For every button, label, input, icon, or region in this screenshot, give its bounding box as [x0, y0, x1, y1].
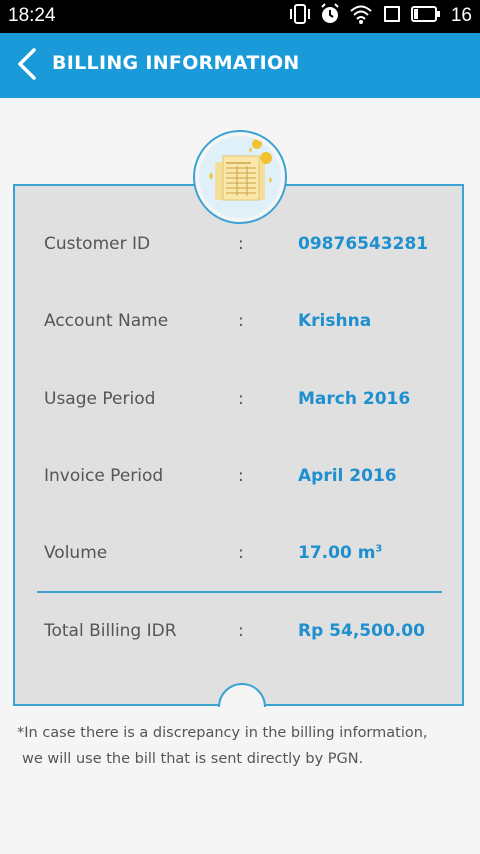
back-arrow-icon [18, 48, 36, 80]
volume-label: Volume [44, 543, 108, 563]
separator: : [238, 466, 244, 486]
account-name-row: Account Name : Krishna [44, 311, 454, 341]
battery-icon [410, 3, 441, 30]
usage-period-row: Usage Period : March 2016 [44, 389, 454, 419]
volume-unit-superscript: 3 [375, 543, 383, 555]
invoice-period-value: April 2016 [298, 466, 397, 486]
separator: : [238, 621, 244, 641]
customer-id-value: 09876543281 [298, 234, 429, 254]
page-title: BILLING INFORMATION [52, 52, 300, 74]
invoice-icon [209, 139, 272, 201]
invoice-badge [199, 136, 281, 218]
battery-level: 16 [450, 5, 472, 26]
total-billing-label: Total Billing IDR [44, 621, 177, 641]
account-name-value: Krishna [298, 311, 372, 331]
back-button[interactable] [12, 46, 40, 82]
volume-row: Volume : 17.00 m3 [44, 543, 454, 573]
total-billing-row: Total Billing IDR : Rp 54,500.00 [44, 621, 454, 651]
note-line-2: we will use the bill that is sent direct… [22, 751, 364, 767]
vibrate-icon [289, 3, 311, 30]
notification-icon [381, 3, 403, 30]
app-bar: BILLING INFORMATION [0, 33, 480, 98]
alarm-icon [319, 2, 341, 30]
total-billing-value: Rp 54,500.00 [298, 621, 425, 641]
customer-id-row: Customer ID : 09876543281 [44, 234, 454, 264]
separator: : [238, 389, 244, 409]
separator: : [238, 311, 244, 331]
discrepancy-note: *In case there is a discrepancy in the b… [17, 720, 467, 772]
customer-id-label: Customer ID [44, 234, 151, 254]
usage-period-value: March 2016 [298, 389, 411, 409]
usage-period-label: Usage Period [44, 389, 156, 409]
separator: : [238, 234, 244, 254]
volume-value: 17.00 m3 [298, 543, 382, 563]
note-line-1: *In case there is a discrepancy in the b… [17, 725, 428, 741]
wifi-icon [349, 3, 373, 30]
invoice-period-row: Invoice Period : April 2016 [44, 466, 454, 496]
status-bar: 18:24 16 [0, 0, 480, 33]
total-divider [37, 591, 442, 593]
status-icons: 16 [289, 2, 472, 30]
invoice-period-label: Invoice Period [44, 466, 164, 486]
status-time: 18:24 [8, 5, 56, 26]
account-name-label: Account Name [44, 311, 169, 331]
volume-number: 17.00 m [298, 543, 376, 563]
separator: : [238, 543, 244, 563]
